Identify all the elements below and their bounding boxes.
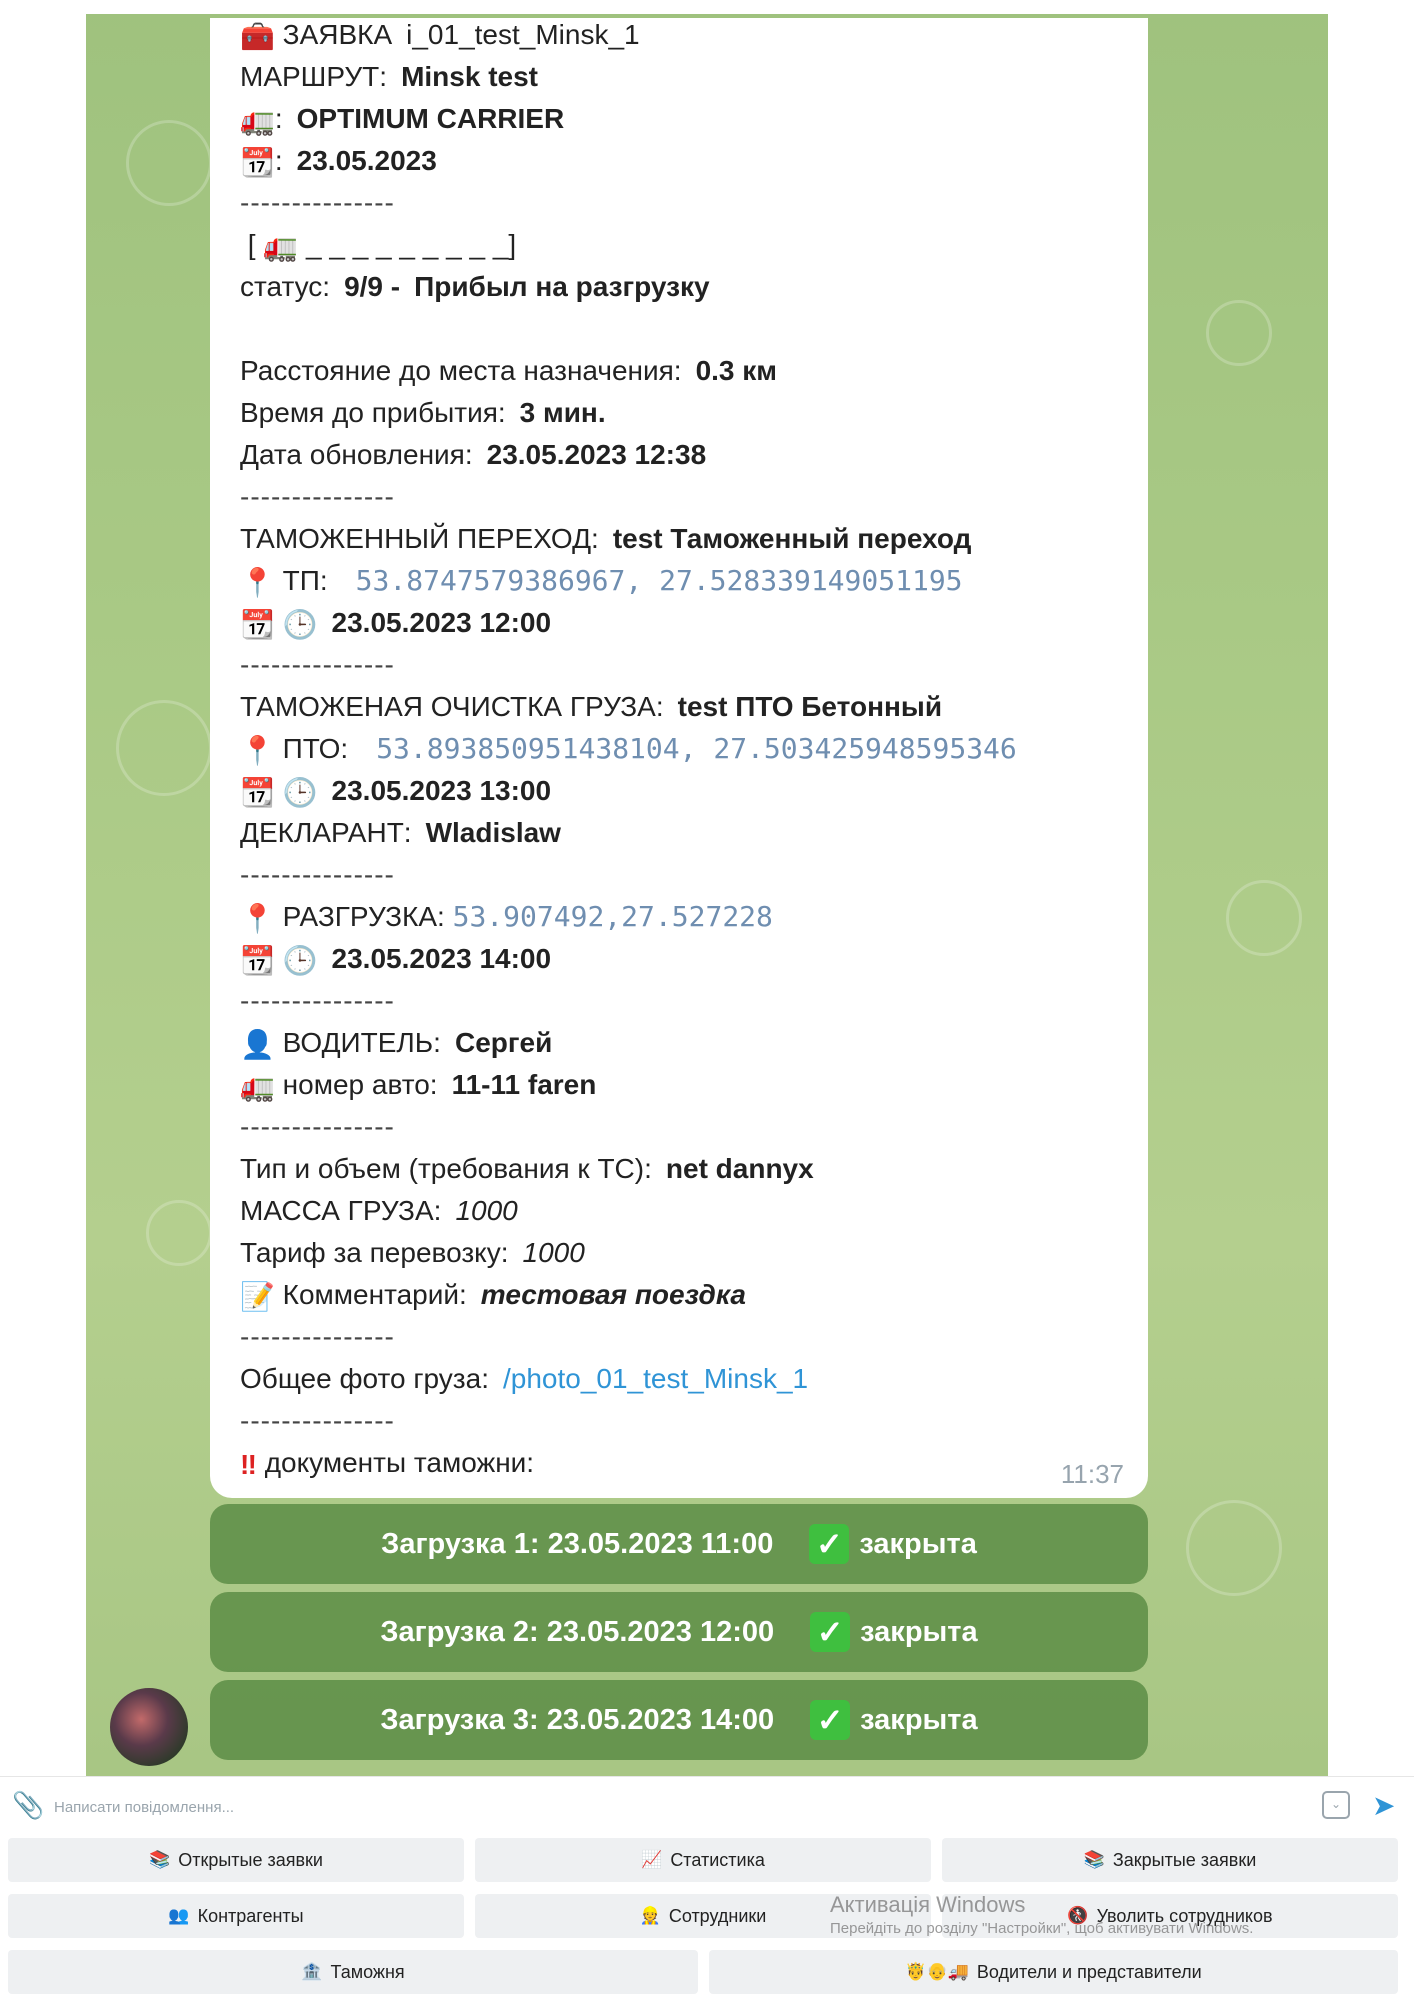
- tariff-line: Тариф за перевозку: 1000: [240, 1237, 585, 1268]
- top-strip: [86, 0, 1328, 14]
- mass-line: МАССА ГРУЗА: 1000: [240, 1195, 518, 1226]
- progress-line: [ 🚛 _ _ _ _ _ _ _ _ _]: [247, 229, 517, 262]
- pto-datetime-line: 📆 🕒 23.05.2023 13:00: [240, 775, 552, 808]
- bot-avatar[interactable]: [110, 1688, 188, 1766]
- check-icon: ✓: [810, 1700, 851, 1740]
- bank-icon: 🏦: [301, 1962, 323, 1981]
- pin-icon: 📍: [240, 902, 275, 934]
- memo-icon: 📝: [240, 1280, 275, 1312]
- separator: ---------------: [240, 649, 395, 680]
- paperclip-icon[interactable]: 📎: [12, 1791, 44, 1821]
- inline-button-load-1[interactable]: Загрузка 1: 23.05.2023 11:00 ✓ закрыта: [210, 1504, 1148, 1584]
- chart-icon: 📈: [641, 1850, 663, 1869]
- separator: ---------------: [240, 187, 395, 218]
- send-icon[interactable]: ➤: [1372, 1789, 1395, 1822]
- keyboard-statistics[interactable]: 📈 Статистика: [475, 1838, 931, 1882]
- calendar-icon: 📆: [240, 944, 275, 976]
- pto-coordinates[interactable]: 53.893850951438104, 27.503425948595346: [376, 732, 1017, 765]
- calendar-icon: 📆: [240, 146, 275, 178]
- updated-line: Дата обновления: 23.05.2023 12:38: [240, 439, 707, 470]
- status-line: статус: 9/9 - Прибыл на разгрузку: [240, 271, 710, 302]
- keyboard-contractors[interactable]: 👥 Контрагенты: [8, 1894, 464, 1938]
- separator: ---------------: [240, 481, 395, 512]
- message-input-bar: 📎 ⌄ ➤: [0, 1776, 1414, 1835]
- check-icon: ✓: [810, 1612, 851, 1652]
- customs-line: ТАМОЖЕННЫЙ ПЕРЕХОД: test Таможенный перех…: [240, 523, 972, 554]
- keyboard-customs[interactable]: 🏦 Таможня: [8, 1950, 698, 1994]
- keyboard-toggle-icon[interactable]: ⌄: [1322, 1791, 1350, 1819]
- message-input[interactable]: [52, 1789, 1306, 1825]
- declarant-line: ДЕКЛАРАНТ: Wladislaw: [240, 817, 561, 848]
- truck-icon: 🚛: [240, 1070, 275, 1102]
- type-line: Тип и объем (требования к ТС): net dannyx: [240, 1153, 814, 1184]
- clearance-line: ТАМОЖЕНАЯ ОЧИСТКА ГРУЗА: test ПТО Бетонны…: [240, 691, 943, 722]
- books-icon: 📚: [149, 1850, 171, 1869]
- tp-datetime-line: 📆 🕒 23.05.2023 12:00: [240, 607, 552, 640]
- separator: ---------------: [240, 1405, 395, 1436]
- check-icon: ✓: [809, 1524, 850, 1564]
- route-line: МАРШРУТ: Minsk test: [240, 61, 539, 92]
- separator: ---------------: [240, 859, 395, 890]
- pin-icon: 📍: [240, 566, 275, 598]
- truck-icon: 🚛: [240, 104, 275, 136]
- clock-icon: 🕒: [282, 944, 318, 976]
- date-line: 📆: 23.05.2023: [240, 145, 437, 178]
- calendar-icon: 📆: [240, 776, 275, 808]
- keyboard-drivers[interactable]: 🤴👴🚚 Водители и представители: [709, 1950, 1398, 1994]
- toolbox-icon: 🧰: [240, 20, 275, 52]
- message-time: 11:37: [1060, 1459, 1124, 1489]
- separator: ---------------: [240, 1111, 395, 1142]
- separator: ---------------: [240, 1321, 395, 1352]
- truck-icon: 🚛: [263, 230, 299, 262]
- inline-button-load-2[interactable]: Загрузка 2: 23.05.2023 12:00 ✓ закрыта: [210, 1592, 1148, 1672]
- unload-datetime-line: 📆 🕒 23.05.2023 14:00: [240, 943, 552, 976]
- drivers-icon: 🤴👴🚚: [905, 1962, 969, 1981]
- unload-coordinates[interactable]: 53.907492,27.527228: [453, 900, 773, 933]
- tp-coordinates[interactable]: 53.8747579386967, 27.528339149051195: [356, 564, 963, 597]
- separator: ---------------: [240, 985, 395, 1016]
- inline-button-load-3[interactable]: Загрузка 3: 23.05.2023 14:00 ✓ закрыта: [210, 1680, 1148, 1760]
- photo-link[interactable]: /photo_01_test_Minsk_1: [503, 1363, 808, 1394]
- distance-line: Расстояние до места назначения: 0.3 км: [240, 355, 778, 386]
- pto-line: 📍 ПТО: 53.893850951438104, 27.50342594859…: [240, 732, 1017, 766]
- unload-line: 📍 РАЗГРУЗКА: 53.907492,27.527228: [240, 900, 773, 934]
- eta-line: Время до прибытия: 3 мин.: [240, 397, 606, 428]
- windows-activation-watermark: Активація Windows Перейдіть до розділу "…: [830, 1892, 1254, 1937]
- docs-line: ‼ документы таможни:: [240, 1447, 535, 1480]
- people-icon: 👥: [168, 1906, 190, 1925]
- clock-icon: 🕒: [282, 608, 318, 640]
- request-line: 🧰 ЗАЯВКА i_01_test_Minsk_1: [240, 19, 640, 52]
- driver-line: 👤 ВОДИТЕЛЬ: Сергей: [240, 1027, 553, 1060]
- double-exclamation-icon: ‼: [240, 1448, 257, 1480]
- clock-icon: 🕒: [282, 776, 318, 808]
- keyboard-closed-requests[interactable]: 📚 Закрытые заявки: [942, 1838, 1398, 1882]
- message-bubble: 🧰 ЗАЯВКА i_01_test_Minsk_1 МАРШРУТ: Minsk …: [210, 18, 1148, 1498]
- books-icon: 📚: [1083, 1850, 1105, 1869]
- photo-line: Общее фото груза:/photo_01_test_Minsk_1: [240, 1363, 809, 1394]
- pin-icon: 📍: [240, 734, 275, 766]
- tp-line: 📍 ТП: 53.8747579386967, 27.52833914905119…: [240, 564, 963, 598]
- comment-line: 📝 Комментарий: тестовая поездка: [240, 1279, 746, 1312]
- calendar-icon: 📆: [240, 608, 275, 640]
- worker-icon: 👷: [639, 1906, 661, 1925]
- carrier-line: 🚛: OPTIMUM CARRIER: [240, 103, 565, 136]
- keyboard-open-requests[interactable]: 📚 Открытые заявки: [8, 1838, 464, 1882]
- plate-line: 🚛 номер авто: 11-11 faren: [240, 1069, 597, 1102]
- person-icon: 👤: [240, 1028, 275, 1060]
